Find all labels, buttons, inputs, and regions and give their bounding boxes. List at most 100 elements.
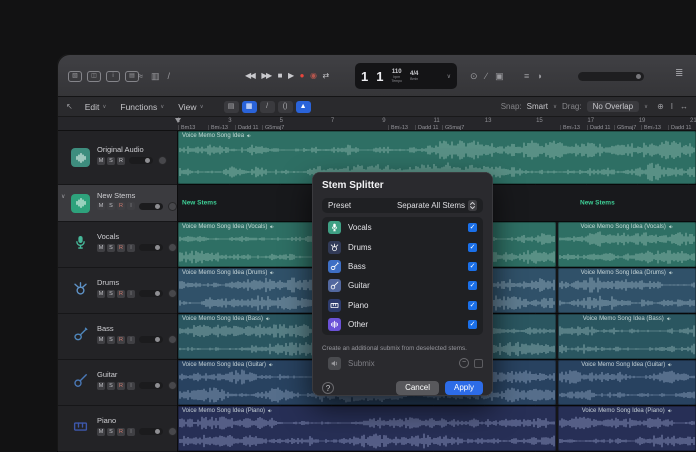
- track-header-vocals[interactable]: Vocals M S R I: [58, 222, 177, 268]
- autopunch-button[interactable]: ◉: [310, 72, 317, 80]
- stem-checkbox-guitar[interactable]: ✓: [468, 281, 477, 291]
- quick-help-icon[interactable]: i: [106, 70, 120, 82]
- solo-button[interactable]: S: [107, 381, 115, 390]
- menu-view[interactable]: View ∨: [178, 102, 203, 112]
- menu-edit[interactable]: Edit ∨: [85, 102, 107, 112]
- volume-slider[interactable]: [139, 428, 163, 435]
- pan-knob[interactable]: [168, 335, 177, 344]
- record-enable-button[interactable]: R: [117, 381, 125, 390]
- pan-knob[interactable]: [158, 156, 167, 165]
- apply-button[interactable]: Apply: [444, 380, 483, 395]
- crossfade-icon[interactable]: /: [259, 100, 275, 113]
- solo-button[interactable]: S: [107, 243, 115, 252]
- record-button[interactable]: ●: [300, 72, 305, 80]
- collaborate-icon[interactable]: ◗: [537, 71, 542, 81]
- volume-slider[interactable]: [139, 382, 163, 389]
- bar-ruler[interactable]: 13579111315171921 Bm13Bm♭13Dadd 11G5maj7…: [58, 117, 696, 131]
- rewind-button[interactable]: ◀◀: [245, 72, 256, 80]
- catch-playhead-icon[interactable]: ▲: [295, 100, 311, 113]
- playhead-marker[interactable]: [175, 118, 181, 123]
- track-header-guitar[interactable]: Guitar M S R I: [58, 360, 177, 406]
- input-monitor-button[interactable]: I: [127, 427, 135, 436]
- input-monitor-button[interactable]: I: [127, 289, 135, 298]
- arrangement-marker-label[interactable]: New Stems: [580, 200, 615, 207]
- track-header-original-audio[interactable]: Original Audio M S R: [58, 131, 177, 185]
- stem-checkbox-drums[interactable]: ✓: [468, 242, 477, 252]
- remove-submix-icon[interactable]: −: [459, 358, 469, 369]
- input-monitor-button[interactable]: I: [127, 243, 135, 252]
- preset-select[interactable]: Separate All Stems: [397, 200, 477, 211]
- volume-slider[interactable]: [139, 244, 163, 251]
- text-cursor-icon[interactable]: I: [671, 102, 673, 111]
- pan-knob[interactable]: [168, 381, 177, 390]
- loop-brackets-icon[interactable]: (): [277, 100, 293, 113]
- lcd-chevron-icon[interactable]: ∨: [447, 73, 451, 80]
- play-button[interactable]: ▶: [288, 72, 294, 80]
- smart-controls-icon[interactable]: ≈: [138, 71, 143, 81]
- solo-button[interactable]: S: [107, 202, 115, 210]
- cpu-meter-icon[interactable]: ≡: [524, 71, 529, 81]
- mute-button[interactable]: M: [97, 427, 105, 436]
- metronome-icon[interactable]: ⊙: [470, 71, 478, 81]
- pan-knob[interactable]: [168, 289, 177, 298]
- library-icon[interactable]: ▧: [68, 70, 82, 82]
- menu-functions[interactable]: Functions ∨: [120, 102, 164, 112]
- solo-button[interactable]: S: [107, 156, 115, 165]
- help-button[interactable]: ?: [322, 381, 334, 394]
- replace-icon[interactable]: ▣: [495, 71, 504, 81]
- mixer-icon[interactable]: ▥: [151, 71, 160, 81]
- track-header-drums[interactable]: Drums M S R I: [58, 268, 177, 314]
- record-enable-button[interactable]: R: [117, 202, 125, 210]
- cancel-button[interactable]: Cancel: [396, 380, 439, 395]
- stem-checkbox-vocals[interactable]: ✓: [468, 223, 477, 233]
- mute-button[interactable]: M: [97, 289, 105, 298]
- forward-button[interactable]: ▶▶: [261, 72, 272, 80]
- input-monitor-button[interactable]: I: [127, 381, 135, 390]
- mute-button[interactable]: M: [97, 156, 105, 165]
- track-header-bass[interactable]: Bass M S R I: [58, 314, 177, 360]
- pan-knob[interactable]: [168, 243, 177, 252]
- tuner-icon[interactable]: ∕: [486, 71, 488, 81]
- h-zoom-icon[interactable]: ↔: [680, 102, 688, 111]
- master-volume-slider[interactable]: [578, 72, 644, 81]
- arrangement-marker-label[interactable]: New Stems: [182, 200, 217, 207]
- solo-button[interactable]: S: [107, 289, 115, 298]
- list-view-icon[interactable]: ≣: [675, 69, 683, 79]
- record-enable-button[interactable]: R: [117, 427, 125, 436]
- input-monitor-button[interactable]: I: [127, 335, 135, 344]
- lcd-display[interactable]: 1 1 110 bpm Tempo 4/4 Bmin ∨: [355, 63, 457, 89]
- track-header-piano[interactable]: Piano M S R I: [58, 406, 177, 452]
- pointer-tool-icon[interactable]: ↖: [66, 102, 73, 111]
- grid-view-icon[interactable]: ▤: [223, 100, 239, 113]
- stem-checkbox-other[interactable]: ✓: [468, 320, 477, 330]
- volume-slider[interactable]: [139, 202, 163, 210]
- stem-checkbox-piano[interactable]: ✓: [468, 300, 477, 310]
- toolbar-icon[interactable]: ▤: [125, 70, 139, 82]
- solo-button[interactable]: S: [107, 335, 115, 344]
- mute-button[interactable]: M: [97, 335, 105, 344]
- disclosure-chevron-icon[interactable]: ∨: [61, 193, 65, 200]
- cycle-button[interactable]: ⇄: [322, 72, 329, 80]
- record-enable-button[interactable]: R: [117, 243, 125, 252]
- inspector-icon[interactable]: ◫: [87, 70, 101, 82]
- stem-checkbox-bass[interactable]: ✓: [468, 261, 477, 271]
- input-monitor-button[interactable]: I: [127, 202, 135, 210]
- record-enable-button[interactable]: R: [117, 335, 125, 344]
- mute-button[interactable]: M: [97, 243, 105, 252]
- region-bass[interactable]: Voice Memo Song Idea (Bass): [558, 314, 696, 359]
- drag-select[interactable]: No Overlap: [586, 101, 640, 112]
- region-vocals[interactable]: Voice Memo Song Idea (Vocals): [558, 222, 696, 267]
- editors-icon[interactable]: /: [167, 71, 170, 81]
- region-guitar[interactable]: Voice Memo Song Idea (Guitar): [558, 360, 696, 405]
- snap-select[interactable]: Smart: [527, 102, 548, 111]
- volume-slider[interactable]: [139, 336, 163, 343]
- record-enable-button[interactable]: R: [117, 289, 125, 298]
- submix-checkbox[interactable]: [474, 358, 483, 368]
- stop-button[interactable]: ■: [278, 72, 283, 80]
- alignment-guides-icon[interactable]: ⊕: [657, 102, 664, 111]
- track-header-new-stems[interactable]: ∨ New Stems M S R I: [58, 185, 177, 222]
- region-drums[interactable]: Voice Memo Song Idea (Drums): [558, 268, 696, 313]
- pan-knob[interactable]: [168, 201, 177, 211]
- region-piano[interactable]: Voice Memo Song Idea (Piano): [558, 406, 696, 451]
- mute-button[interactable]: M: [97, 202, 105, 210]
